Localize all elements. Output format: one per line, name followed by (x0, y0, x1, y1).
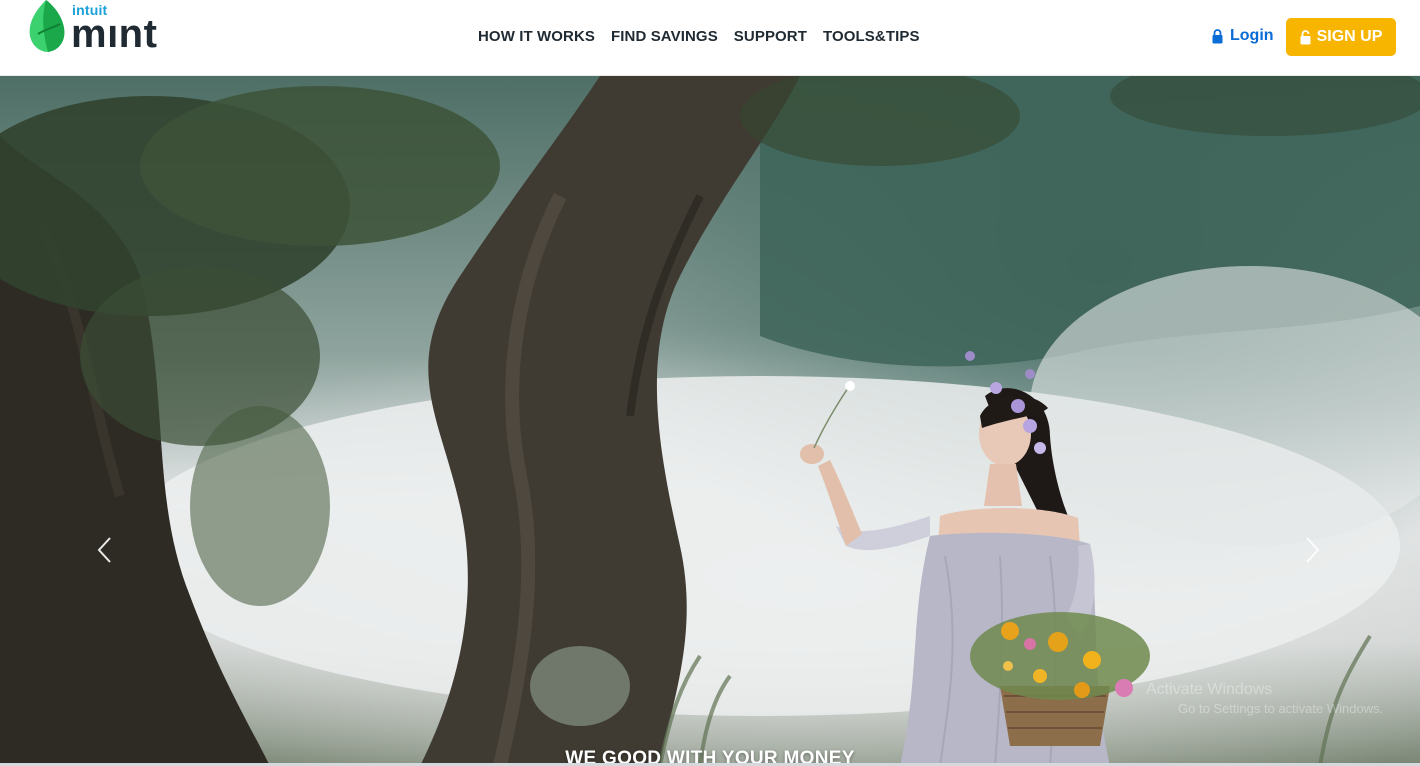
watermark-title: Activate Windows (1146, 681, 1273, 698)
watermark-subtitle: Go to Settings to activate Windows. (1178, 700, 1384, 716)
signup-label: SIGN UP (1316, 28, 1383, 45)
login-label: Login (1230, 27, 1274, 44)
nav-how-it-works[interactable]: HOW IT WORKS (478, 28, 595, 45)
hero-image (0, 76, 1420, 766)
signup-button[interactable]: SIGN UP (1286, 18, 1396, 56)
mint-wordmark: mınt (71, 12, 158, 56)
activate-windows-watermark: Activate Windows Go to Settings to activ… (1146, 681, 1396, 716)
carousel-next-button[interactable] (1300, 535, 1326, 565)
chevron-right-icon (1306, 537, 1320, 563)
mint-logo[interactable]: intuit mınt (24, 0, 184, 60)
chevron-left-icon (97, 537, 111, 563)
login-link[interactable]: Login (1212, 27, 1274, 45)
hero-carousel: Activate Windows Go to Settings to activ… (0, 76, 1420, 766)
nav-tools-tips[interactable]: TOOLS&TIPS (823, 28, 920, 45)
main-nav: HOW IT WORKS FIND SAVINGS SUPPORT TOOLS&… (478, 28, 920, 45)
lock-icon (1300, 29, 1311, 44)
mint-leaf-icon (29, 0, 65, 52)
lock-icon (1212, 28, 1223, 43)
nav-find-savings[interactable]: FIND SAVINGS (611, 28, 718, 45)
carousel-prev-button[interactable] (91, 535, 117, 565)
nav-support[interactable]: SUPPORT (734, 28, 807, 45)
top-navbar: intuit mınt HOW IT WORKS FIND SAVINGS SU… (0, 0, 1420, 76)
